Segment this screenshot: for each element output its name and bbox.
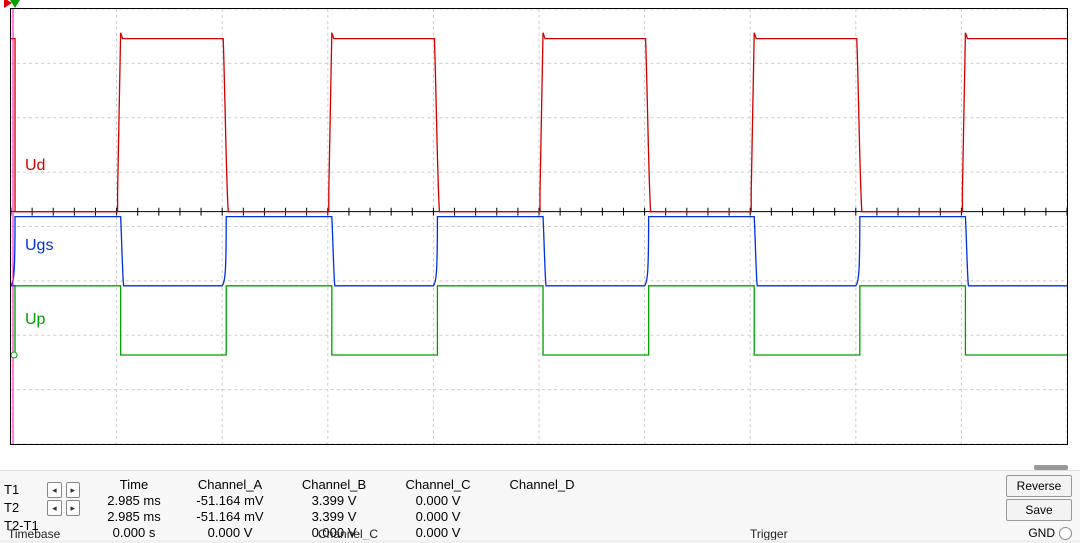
cursor-row-t1: T1 ◂ ▸ (2, 481, 80, 499)
scope-area: Ud Ugs Up (4, 2, 1068, 455)
cursor-controls: T1 ◂ ▸ T2 ◂ ▸ T2-T1 (2, 481, 80, 535)
meas-hdr-time: Time (90, 477, 178, 493)
meas-hdr-cha: Channel_A (178, 477, 282, 493)
meas-hdr-chd: Channel_D (490, 477, 594, 493)
meas-r0c3: 0.000 V (386, 493, 490, 509)
meas-r1c1: -51.164 mV (178, 509, 282, 525)
meas-r1c0: 2.985 ms (90, 509, 178, 525)
trigger-time-marker[interactable] (10, 0, 20, 8)
cursor-label-t2: T2 (2, 499, 43, 517)
section-channel-c: Channel_C (318, 529, 378, 540)
channel-label-up: Up (23, 311, 47, 329)
cursor-label-t1: T1 (2, 481, 43, 499)
t1-left-button[interactable]: ◂ (47, 482, 61, 498)
scope-panel: Ud Ugs Up (0, 0, 1080, 471)
meas-r0c4 (490, 493, 594, 509)
meas-r0c1: -51.164 mV (178, 493, 282, 509)
channel-label-ud: Ud (23, 157, 47, 175)
meas-hdr-chb: Channel_B (282, 477, 386, 493)
reverse-button[interactable]: Reverse (1006, 475, 1072, 497)
section-trigger: Trigger (750, 529, 788, 540)
bottom-section-headers: Timebase Channel_C Trigger (0, 529, 1080, 540)
save-button[interactable]: Save (1006, 499, 1072, 521)
cursor-row-t2: T2 ◂ ▸ (2, 499, 80, 517)
meas-r0c2: 3.399 V (282, 493, 386, 509)
meas-r1c4 (490, 509, 594, 525)
t2-left-button[interactable]: ◂ (47, 500, 61, 516)
t2-right-button[interactable]: ▸ (66, 500, 80, 516)
t1-right-button[interactable]: ▸ (66, 482, 80, 498)
meas-r0c0: 2.985 ms (90, 493, 178, 509)
channel-label-ugs: Ugs (23, 237, 55, 255)
section-timebase: Timebase (8, 529, 60, 540)
scope-svg (11, 9, 1067, 444)
meas-hdr-chc: Channel_C (386, 477, 490, 493)
status-strip: T1 ◂ ▸ T2 ◂ ▸ T2-T1 Time Channel_A Chann… (0, 470, 1080, 540)
meas-r1c3: 0.000 V (386, 509, 490, 525)
meas-r1c2: 3.399 V (282, 509, 386, 525)
scope-plot[interactable]: Ud Ugs Up (10, 8, 1068, 445)
